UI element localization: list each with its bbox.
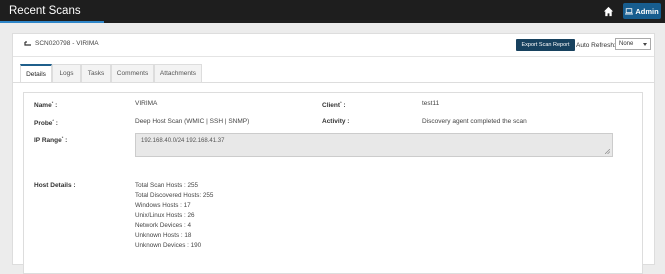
- admin-label: Admin: [635, 6, 659, 16]
- export-scan-report-button[interactable]: Export Scan Report: [516, 39, 575, 51]
- activity-label: Activity :: [322, 118, 350, 125]
- activity-value: Discovery agent completed the scan: [422, 118, 527, 125]
- chevron-down-icon: [643, 43, 647, 46]
- auto-refresh-label: Auto Refresh:: [576, 42, 616, 49]
- scan-title: SCN020798 - VIRIMA: [35, 40, 99, 47]
- auto-refresh-value: None: [619, 41, 634, 47]
- host-detail-line: Unknown Devices : 190: [135, 242, 202, 249]
- host-detail-line: Unix/Linux Hosts : 26: [135, 212, 195, 219]
- name-label: Name* :: [34, 100, 58, 110]
- client-label: Client* :: [322, 100, 346, 110]
- tab-attachments[interactable]: Attachments: [154, 64, 202, 82]
- back-arrow-icon[interactable]: [24, 41, 32, 48]
- details-section: Name* : VIRIMA Client* : test11 Probe* :…: [23, 92, 643, 274]
- resize-grip-icon[interactable]: [605, 149, 610, 154]
- ip-range-value: 192.168.40.0/24 192.168.41.37: [141, 138, 225, 144]
- tab-logs[interactable]: Logs: [52, 64, 81, 82]
- tab-details[interactable]: Details: [20, 64, 52, 83]
- home-icon[interactable]: [603, 6, 614, 17]
- top-nav-bar: Recent Scans Admin: [0, 0, 665, 23]
- app-title: Recent Scans: [9, 5, 81, 17]
- ip-range-field[interactable]: 192.168.40.0/24 192.168.41.37: [135, 133, 613, 157]
- probe-label: Probe* :: [34, 118, 58, 128]
- host-details-label: Host Details :: [34, 182, 76, 189]
- auto-refresh-select[interactable]: None: [615, 38, 651, 50]
- laptop-icon: [625, 7, 634, 14]
- client-value: test11: [422, 100, 440, 107]
- tab-tasks[interactable]: Tasks: [81, 64, 111, 82]
- host-detail-line: Network Devices : 4: [135, 222, 191, 229]
- tabs-divider: [13, 82, 654, 83]
- host-detail-line: Total Scan Hosts : 255: [135, 182, 199, 189]
- scan-panel: SCN020798 - VIRIMA Export Scan Report Au…: [12, 33, 655, 274]
- host-detail-line: Windows Hosts : 17: [135, 202, 191, 209]
- host-detail-line: Unknown Hosts : 18: [135, 232, 192, 239]
- probe-value: Deep Host Scan (WMIC | SSH | SNMP): [135, 118, 250, 125]
- host-detail-line: Total Discovered Hosts: 255: [135, 192, 214, 199]
- name-value: VIRIMA: [135, 100, 158, 107]
- admin-button[interactable]: Admin: [623, 3, 661, 19]
- tab-comments[interactable]: Comments: [111, 64, 154, 82]
- title-underline: [0, 21, 104, 23]
- ip-range-label: IP Range* :: [34, 135, 68, 145]
- scan-header: SCN020798 - VIRIMA Export Scan Report Au…: [13, 34, 654, 57]
